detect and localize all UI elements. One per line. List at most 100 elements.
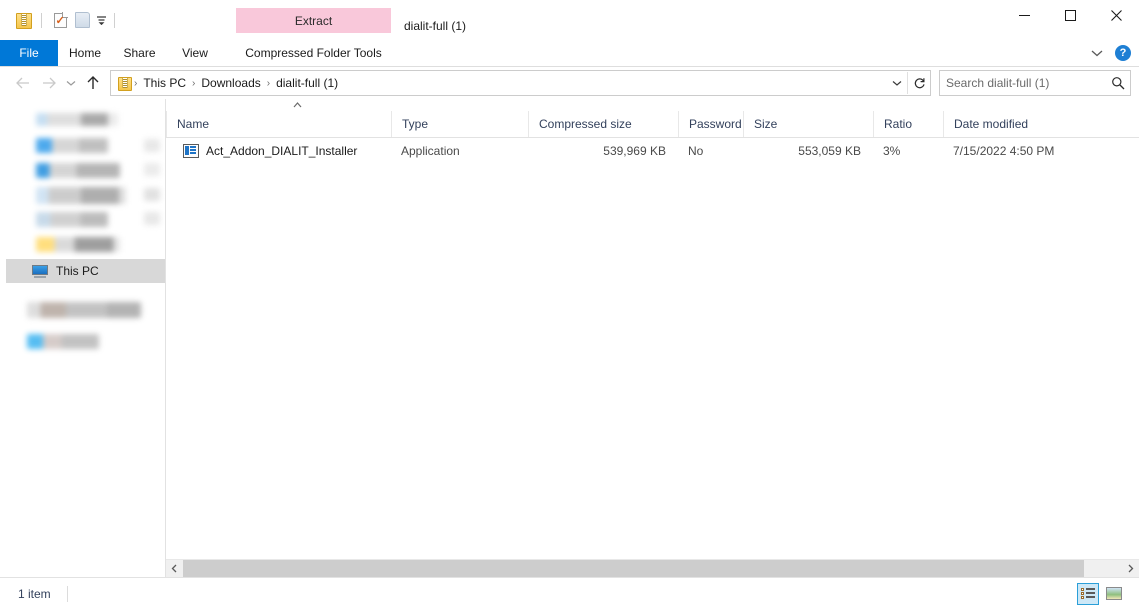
column-header-password-label: Password ... [689,117,743,131]
zip-folder-glyph [16,12,32,29]
nav-item-redacted-4b[interactable] [144,188,160,201]
tab-share[interactable]: Share [112,40,167,66]
tab-view-label: View [182,46,208,60]
navigation-pane[interactable]: This PC [0,99,166,577]
breadcrumb-item-downloads[interactable]: Downloads [196,76,265,90]
status-divider [66,585,68,602]
expand-ribbon-chevron-down-icon[interactable] [1091,49,1103,57]
breadcrumb[interactable]: › This PC › Downloads › dialit-full (1) [110,70,931,96]
cell-file-type: Application [401,144,460,158]
new-folder-glyph [74,12,90,28]
cell-file-name: Act_Addon_DIALIT_Installer [166,144,391,158]
breadcrumb-item-dialit-full[interactable]: dialit-full (1) [271,76,343,90]
nav-item-redacted-6[interactable] [36,237,120,252]
large-icons-view-button[interactable] [1103,583,1125,605]
window-title: dialit-full (1) [404,19,467,33]
minimize-button[interactable] [1001,0,1047,31]
cell-size: 553,059 KB [798,144,861,158]
scroll-right-arrow-icon[interactable] [1122,560,1139,577]
scrollbar-thumb[interactable] [183,560,1085,577]
tab-file-label: File [19,46,39,60]
breadcrumb-zip-folder-icon [115,76,133,91]
nav-item-redacted-4[interactable] [36,187,126,204]
title-bar: ✓ Extract dialit-full (1) [0,0,1139,40]
nav-item-redacted-7[interactable] [27,302,141,318]
ribbon-right-controls: ? [1091,40,1131,66]
recent-locations-chevron-down-icon[interactable] [62,70,80,96]
help-label: ? [1119,46,1127,59]
tab-view[interactable]: View [167,40,223,66]
tab-home[interactable]: Home [58,40,112,66]
maximize-button[interactable] [1047,0,1093,31]
file-list-pane: Name Type Compressed size Password ... S… [166,99,1139,577]
tab-compressed-folder-tools[interactable]: Compressed Folder Tools [236,40,391,66]
qat-separator-1 [41,12,42,28]
monitor-icon [32,264,48,278]
column-header-ratio-label: Ratio [884,117,913,131]
customize-qat-chevron-down-icon[interactable] [96,15,107,25]
file-rows: Act_Addon_DIALIT_Installer Application 5… [166,138,1139,559]
large-icons-view-icon [1106,587,1122,600]
tab-share-label: Share [123,46,156,60]
contextual-tab-extract[interactable]: Extract [236,8,391,33]
view-mode-buttons [1077,578,1125,609]
nav-item-redacted-2b[interactable] [144,139,160,152]
application-icon [183,144,199,158]
nav-item-redacted-3[interactable] [36,163,120,178]
file-explorer-window: ✓ Extract dialit-full (1) File Home Shar… [0,0,1139,609]
details-view-icon [1081,588,1095,599]
tab-compressed-folder-tools-label: Compressed Folder Tools [245,46,382,60]
table-row[interactable]: Act_Addon_DIALIT_Installer Application 5… [166,138,1139,164]
content-area: This PC Name Type Compressed size Passwo… [0,99,1139,577]
cell-date-modified: 7/15/2022 4:50 PM [953,144,1055,158]
breadcrumb-chevron-down-icon[interactable] [887,72,907,94]
window-controls [1001,0,1139,31]
column-header-date-modified-label: Date modified [954,117,1029,131]
breadcrumb-item-this-pc[interactable]: This PC [138,76,191,90]
forward-button[interactable] [36,70,62,96]
column-header-ratio[interactable]: Ratio [873,111,943,137]
nav-item-redacted-2[interactable] [36,138,108,153]
column-headers: Name Type Compressed size Password ... S… [166,102,1139,138]
close-button[interactable] [1093,0,1139,31]
column-header-type[interactable]: Type [391,111,528,137]
column-header-password[interactable]: Password ... [678,111,743,137]
sidebar-item-this-pc[interactable]: This PC [6,259,165,283]
column-header-size-label: Size [754,117,778,131]
nav-item-redacted-1[interactable] [36,113,118,126]
search-input[interactable] [940,76,1107,90]
column-header-name-label: Name [177,117,210,131]
nav-item-redacted-8[interactable] [27,334,99,349]
column-header-compressed-size[interactable]: Compressed size [528,111,678,137]
details-view-button[interactable] [1077,582,1099,605]
zip-folder-icon[interactable] [12,9,34,31]
scroll-left-arrow-icon[interactable] [166,560,183,577]
horizontal-scrollbar[interactable] [166,559,1139,577]
properties-icon[interactable]: ✓ [49,9,71,31]
item-count-label: 1 item [18,586,51,601]
column-header-date-modified[interactable]: Date modified [943,111,1113,137]
scrollbar-track[interactable] [183,560,1122,577]
tab-home-label: Home [68,46,101,60]
qat-separator-2 [114,12,115,28]
help-icon[interactable]: ? [1115,45,1131,61]
column-header-compressed-size-label: Compressed size [539,117,632,131]
search-box[interactable] [939,70,1131,96]
new-folder-icon[interactable] [71,9,93,31]
sort-ascending-icon [292,102,302,110]
nav-item-redacted-5[interactable] [36,212,108,227]
back-button[interactable] [10,70,36,96]
address-bar: › This PC › Downloads › dialit-full (1) [0,67,1139,99]
ribbon-tabs: File Home Share View [0,40,223,66]
cell-ratio: 3% [883,144,901,158]
nav-item-redacted-5b[interactable] [144,212,160,225]
properties-glyph: ✓ [53,11,68,28]
column-header-size[interactable]: Size [743,111,873,137]
search-icon[interactable] [1106,76,1130,90]
column-header-type-label: Type [402,117,429,131]
up-button[interactable] [80,70,106,96]
nav-item-redacted-3b[interactable] [144,163,160,176]
tab-file[interactable]: File [0,40,58,66]
column-header-name[interactable]: Name [166,111,391,137]
refresh-icon[interactable] [907,72,930,94]
